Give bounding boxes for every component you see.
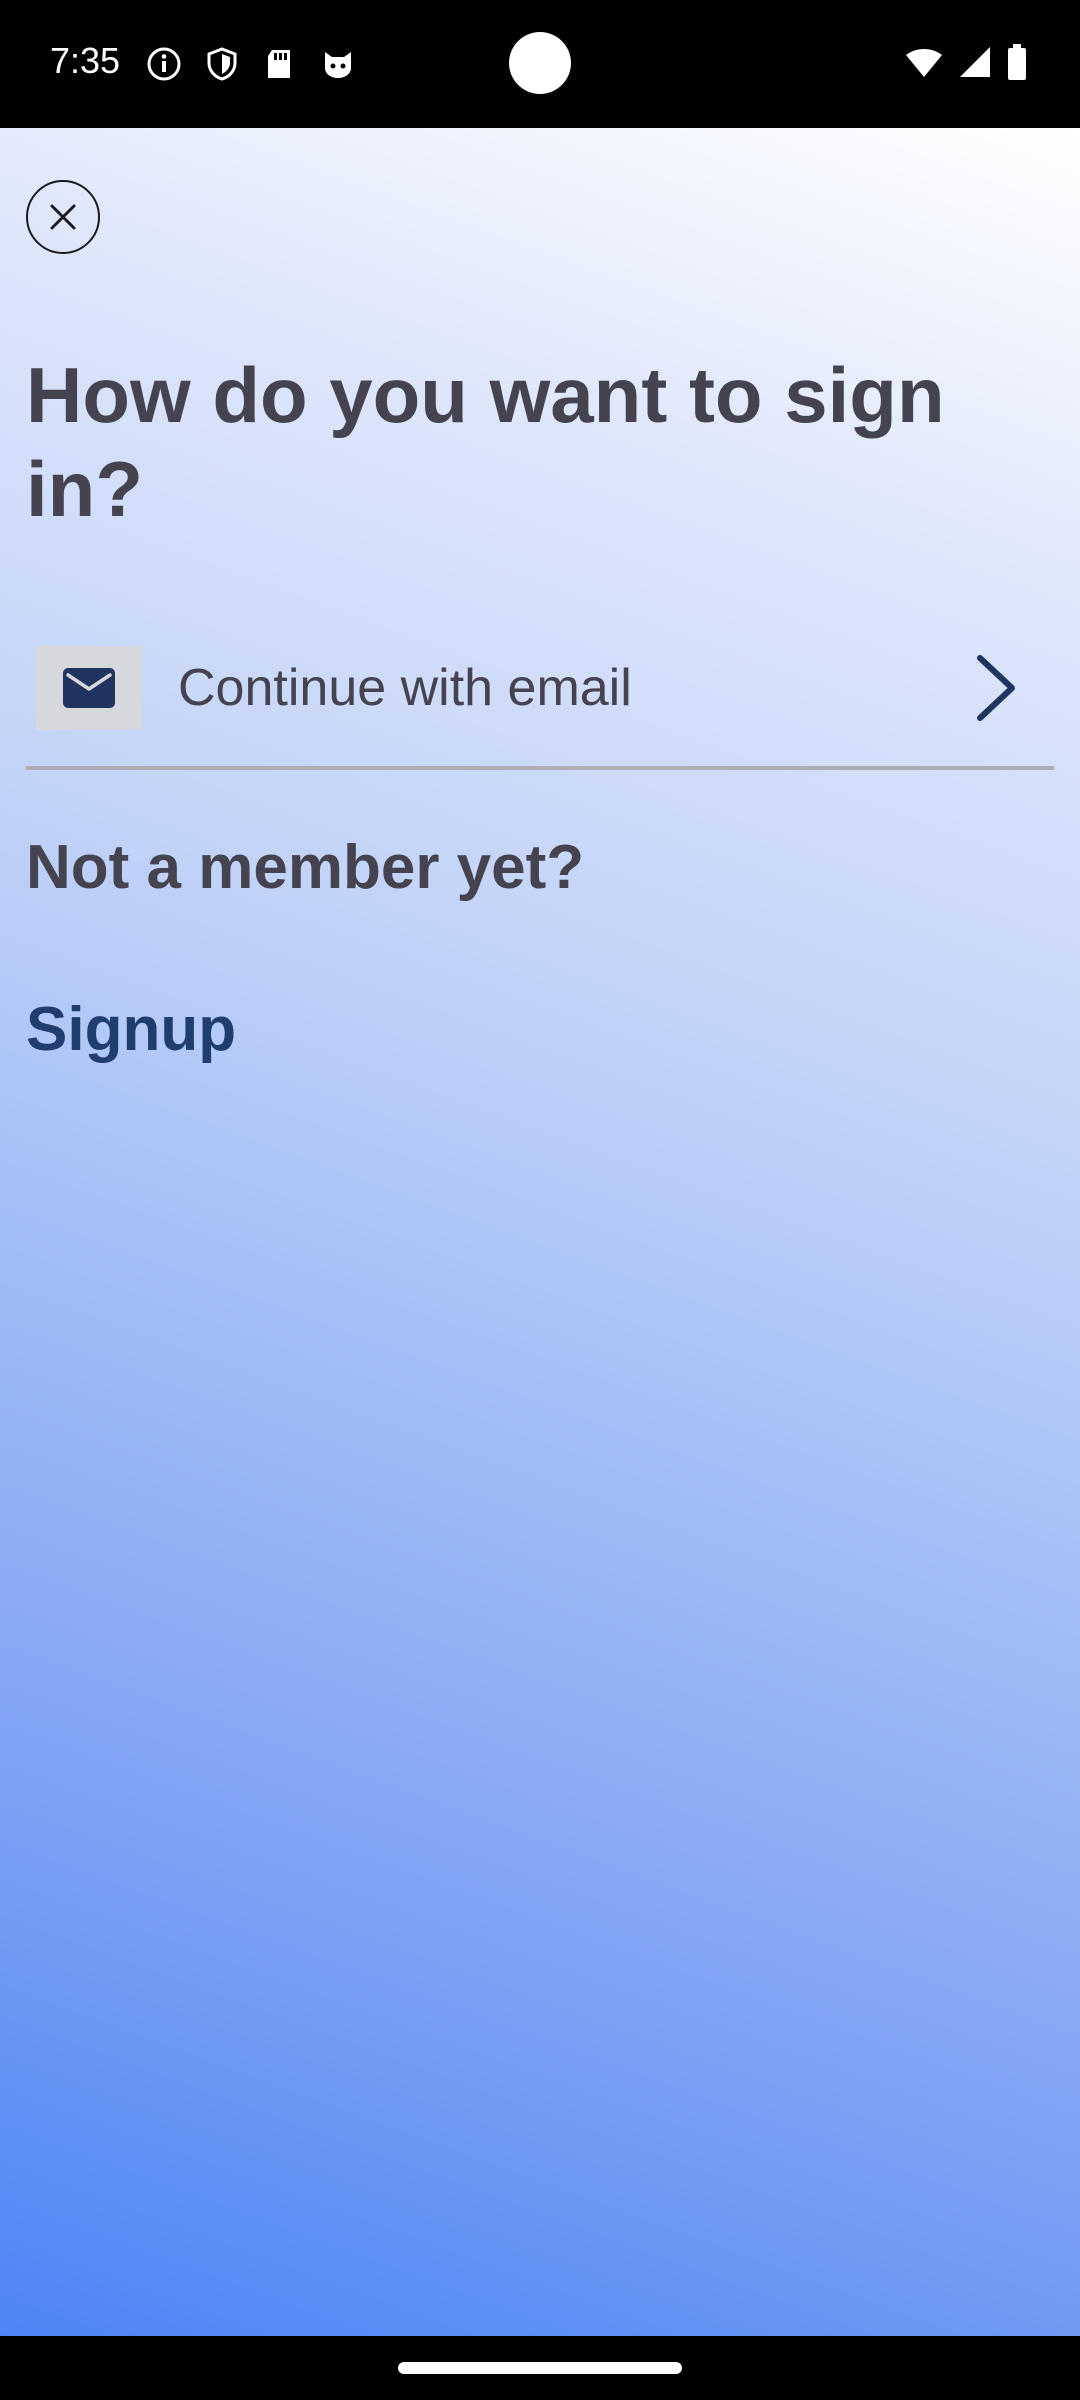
email-icon-container	[36, 646, 142, 730]
camera-cutout	[509, 32, 571, 94]
home-indicator[interactable]	[398, 2362, 682, 2374]
shield-icon	[204, 46, 240, 82]
divider	[26, 766, 1054, 770]
battery-icon	[1006, 44, 1028, 85]
not-member-text: Not a member yet?	[26, 833, 585, 902]
sd-card-icon	[262, 46, 298, 82]
chevron-right-icon	[977, 655, 1015, 721]
signal-icon	[958, 45, 992, 84]
cat-icon	[320, 46, 356, 82]
email-icon	[63, 668, 115, 708]
email-option-label: Continue with email	[178, 659, 632, 717]
wifi-icon	[904, 45, 944, 84]
info-icon	[146, 46, 182, 82]
status-icons-right	[904, 44, 1028, 85]
status-icons-left	[146, 46, 356, 82]
navigation-bar	[0, 2336, 1080, 2400]
continue-with-email-button[interactable]: Continue with email	[26, 608, 1054, 768]
close-button[interactable]	[26, 180, 100, 254]
signin-screen: How do you want to sign in? Continue wit…	[0, 128, 1080, 2336]
signup-link[interactable]: Signup	[26, 994, 236, 1065]
status-bar: 7:35	[0, 0, 1080, 128]
close-icon	[50, 204, 76, 230]
page-title: How do you want to sign in?	[26, 351, 945, 533]
status-time: 7:35	[50, 40, 121, 81]
